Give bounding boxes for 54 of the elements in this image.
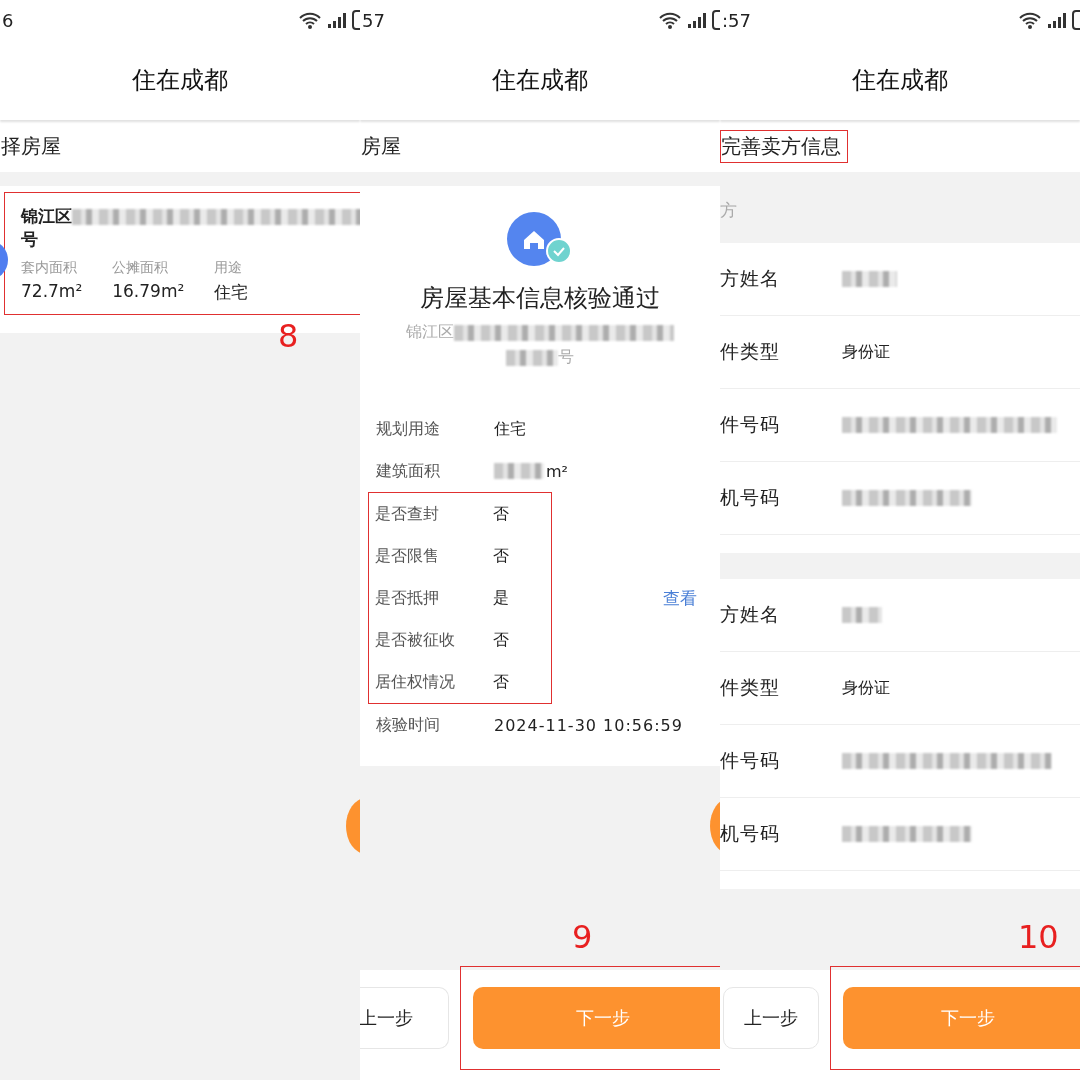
stat-value: 16.79m² bbox=[112, 281, 185, 301]
field-label: 件类型 bbox=[720, 675, 781, 700]
field-label: 机号码 bbox=[720, 821, 781, 846]
field-value: 住宅 bbox=[494, 418, 526, 440]
field-label: 机号码 bbox=[720, 485, 781, 510]
field-value: 是 bbox=[493, 587, 509, 609]
field-value: 否 bbox=[493, 545, 509, 567]
field-label: 是否抵押 bbox=[375, 587, 440, 609]
field-label: 件号码 bbox=[720, 412, 781, 437]
view-link[interactable]: 查看 bbox=[663, 586, 697, 610]
back-button[interactable]: 上一步 bbox=[360, 987, 449, 1049]
field-label: 方姓名 bbox=[720, 602, 781, 627]
address-text: 号 bbox=[21, 228, 39, 251]
field-label: 方姓名 bbox=[720, 266, 781, 291]
field-label: 是否被征收 bbox=[375, 629, 456, 651]
annotation-number: 9 bbox=[571, 918, 594, 956]
app-title: 住在成都 bbox=[852, 65, 948, 96]
field-label: 建筑面积 bbox=[376, 460, 441, 482]
annotation-number: 10 bbox=[1017, 918, 1060, 956]
field-label: 居住权情况 bbox=[375, 671, 456, 693]
annotation-number: 8 bbox=[277, 317, 300, 355]
status-time: 6 bbox=[2, 9, 14, 31]
field-value: 否 bbox=[493, 503, 509, 525]
stat-value: 住宅 bbox=[214, 281, 249, 304]
result-title: 房屋基本信息核验通过 bbox=[419, 283, 661, 314]
field-value: m² bbox=[546, 461, 568, 481]
app-title: 住在成都 bbox=[132, 65, 228, 96]
field-label: 是否查封 bbox=[375, 503, 440, 525]
field-value: 身份证 bbox=[842, 341, 890, 363]
status-time: :57 bbox=[722, 9, 751, 31]
field-label: 是否限售 bbox=[375, 545, 440, 567]
back-button[interactable]: 上一步 bbox=[723, 987, 819, 1049]
address-text: 号 bbox=[558, 347, 574, 368]
field-label: 件号码 bbox=[720, 748, 781, 773]
stat-label: 套内面积 bbox=[21, 259, 78, 277]
stat-label: 用途 bbox=[214, 259, 244, 277]
field-value: 身份证 bbox=[842, 677, 890, 699]
step-title: 房屋 bbox=[360, 132, 402, 160]
field-label: 规划用途 bbox=[376, 418, 441, 440]
field-label: 件类型 bbox=[720, 339, 781, 364]
field-label: 核验时间 bbox=[376, 714, 441, 736]
house-card[interactable]: 锦江区 号 套内面积 72.7m² 公摊面积 16.79m² 用途 住宅 bbox=[4, 192, 360, 315]
stat-value: 72.7m² bbox=[21, 281, 83, 301]
step-title: 择房屋 bbox=[0, 132, 62, 160]
address-text: 锦江区 bbox=[406, 322, 454, 343]
field-value: 2024-11-30 10:56:59 bbox=[494, 715, 683, 735]
app-title: 住在成都 bbox=[492, 65, 588, 96]
step-title: 完善卖方信息 bbox=[720, 129, 848, 163]
section-label: 方 bbox=[720, 198, 738, 222]
address-text: 锦江区 bbox=[21, 205, 72, 228]
field-value: 否 bbox=[493, 629, 509, 651]
field-value: 否 bbox=[493, 671, 509, 693]
stat-label: 公摊面积 bbox=[112, 259, 170, 277]
status-time: 57 bbox=[362, 9, 385, 31]
